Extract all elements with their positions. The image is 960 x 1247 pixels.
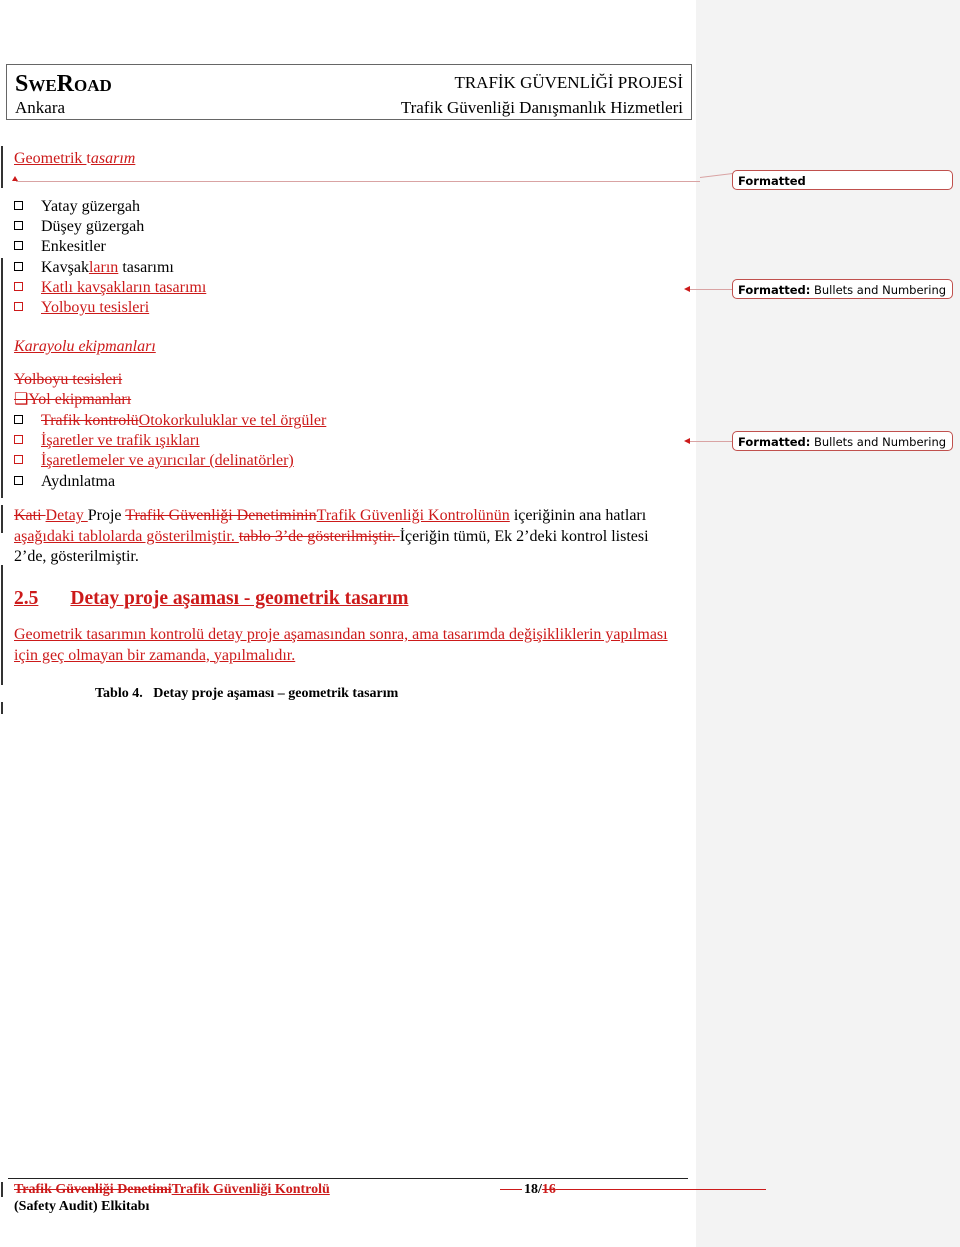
footer-divider xyxy=(8,1178,688,1179)
footer-inserted-text: Trafik Güvenliği Kontrolü xyxy=(171,1182,330,1197)
header-project-subtitle: Trafik Güvenliği Danışmanlık Hizmetleri xyxy=(400,98,683,117)
list-item-text: Aydınlatma xyxy=(41,473,116,490)
list-item: Katlı kavşakların tasarımı xyxy=(14,278,206,298)
list-item-text: Yatay güzergah xyxy=(41,198,140,215)
comment-label: Formatted xyxy=(738,174,806,188)
document-page: SweRoad Ankara TRAFİK GÜVENLİĞİ PROJESİ … xyxy=(0,0,766,1247)
footer-title: Trafik Güvenliği DenetimiTrafik Güvenliğ… xyxy=(14,1182,330,1198)
deleted-text: Kati xyxy=(14,507,46,524)
comment-detail: Bullets and Numbering xyxy=(810,435,947,449)
page-number-current: 18/ xyxy=(524,1182,542,1197)
checkbox-bullet-icon xyxy=(14,301,23,311)
heading-title: Detay proje aşaması - geometrik tasarım xyxy=(70,588,409,609)
deleted-line: Yolboyu tesisleri xyxy=(14,371,123,388)
checkbox-bullet-icon xyxy=(14,240,23,250)
list-item-text: Enkesitler xyxy=(41,238,106,255)
list-item: Enkesitler xyxy=(14,237,106,257)
title-inserted-text: Geometrik xyxy=(14,150,87,167)
inserted-text: Trafik Güvenliği Kontrolünün xyxy=(316,507,510,524)
list-item-inserted-text: İşaretlemeler ve ayırıcılar (delinatörle… xyxy=(41,452,294,469)
revision-line xyxy=(500,1189,522,1191)
list-item-inserted-text: Yolboyu tesisleri xyxy=(41,299,150,316)
list-item-text: tasarımı xyxy=(118,259,174,276)
list-item-deleted-text: Trafik kontrolü xyxy=(41,412,139,429)
revision-line xyxy=(555,1189,766,1191)
list-item: Trafik kontrolüOtokorkuluklar ve tel örg… xyxy=(14,411,326,431)
deleted-line: ❑Yol ekipmanları xyxy=(14,391,132,408)
formatting-comment-balloon[interactable]: Formatted: Bullets and Numbering xyxy=(732,279,953,299)
table-caption: Tablo 4. Detay proje aşaması – geometrik… xyxy=(95,686,399,701)
paragraph-content-description: Kati Detay Proje Trafik Güvenliği Deneti… xyxy=(14,506,674,568)
list-item-text: Düşey güzergah xyxy=(41,218,145,235)
checkbox-bullet-icon xyxy=(14,281,23,291)
change-bar xyxy=(1,565,3,685)
checkbox-bullet-icon xyxy=(14,475,23,485)
checkbox-bullet-icon xyxy=(14,200,23,210)
header-city: Ankara xyxy=(15,98,66,117)
list-item-inserted-text: Otokorkuluklar ve tel örgüler xyxy=(138,412,327,429)
formatting-comment-balloon[interactable]: Formatted: Bullets and Numbering xyxy=(732,431,953,451)
footer-deleted-text: Trafik Güvenliği Denetimi xyxy=(14,1182,172,1197)
list-item: Yatay güzergah xyxy=(14,197,140,217)
list-item-inserted-text: ların xyxy=(88,259,119,276)
page-number: 18/16 xyxy=(500,1182,766,1198)
header-project-title: TRAFİK GÜVENLİĞİ PROJESİ xyxy=(454,73,683,92)
list-item: Aydınlatma xyxy=(14,472,115,492)
deleted-text: tablo 3’de gösterilmiştir. xyxy=(238,527,400,545)
heading-number: 2.5 xyxy=(14,588,39,609)
checkbox-bullet-icon xyxy=(14,434,23,444)
company-logo: SweRoad xyxy=(15,71,112,97)
list-item: Kavşakların tasarımı xyxy=(14,258,174,278)
body-text: içeriğinin ana hatları xyxy=(509,507,647,524)
list-item: Düşey güzergah xyxy=(14,217,144,237)
paragraph-geometric-control: Geometrik tasarımın kontrolü detay proje… xyxy=(14,626,668,664)
list-item: Yolboyu tesisleri xyxy=(14,298,149,318)
checkbox-bullet-icon xyxy=(14,454,23,464)
section-title-karayolu: Karayolu ekipmanları xyxy=(14,338,156,355)
inserted-text: Detay xyxy=(45,507,88,524)
formatting-comment-balloon[interactable]: Formatted xyxy=(732,170,953,190)
change-bar xyxy=(1,702,3,714)
section-title-geometrik: Geometrik tasarım xyxy=(14,149,135,170)
list-item-text: Kavşak xyxy=(41,259,89,276)
list-item: İşaretlemeler ve ayırıcılar (delinatörle… xyxy=(14,451,294,471)
checkbox-bullet-icon xyxy=(14,220,23,230)
comment-connector-line xyxy=(690,289,732,290)
change-bar xyxy=(1,1182,3,1197)
footer-subtitle: (Safety Audit) Elkitabı xyxy=(14,1199,150,1214)
page-header: SweRoad Ankara TRAFİK GÜVENLİĞİ PROJESİ … xyxy=(6,64,692,120)
comment-label: Formatted: xyxy=(738,435,811,449)
comment-connector-line xyxy=(690,441,732,442)
title-inserted-italic-text: asarım xyxy=(90,150,136,167)
checkbox-bullet-icon xyxy=(14,414,23,424)
change-bar xyxy=(1,146,3,188)
list-item-inserted-text: İşaretler ve trafik ışıkları xyxy=(41,432,200,449)
comment-label: Formatted: xyxy=(738,283,811,297)
checkbox-bullet-icon xyxy=(14,261,23,271)
comment-detail: Bullets and Numbering xyxy=(810,283,947,297)
section-heading: 2.5 Detay proje aşaması - geometrik tasar… xyxy=(14,588,408,610)
change-bar xyxy=(1,505,3,533)
list-item: İşaretler ve trafik ışıkları xyxy=(14,431,200,451)
inserted-text: aşağıdaki tablolarda gösterilmiştir. xyxy=(14,527,239,545)
body-text: Proje xyxy=(87,507,126,524)
page-number-deleted: 16 xyxy=(541,1182,556,1197)
deleted-text: Trafik Güvenliği Denetiminin xyxy=(125,507,317,524)
list-item-inserted-text: Katlı kavşakların tasarımı xyxy=(41,279,207,296)
comment-connector-line xyxy=(16,181,700,182)
change-bar xyxy=(1,258,3,498)
